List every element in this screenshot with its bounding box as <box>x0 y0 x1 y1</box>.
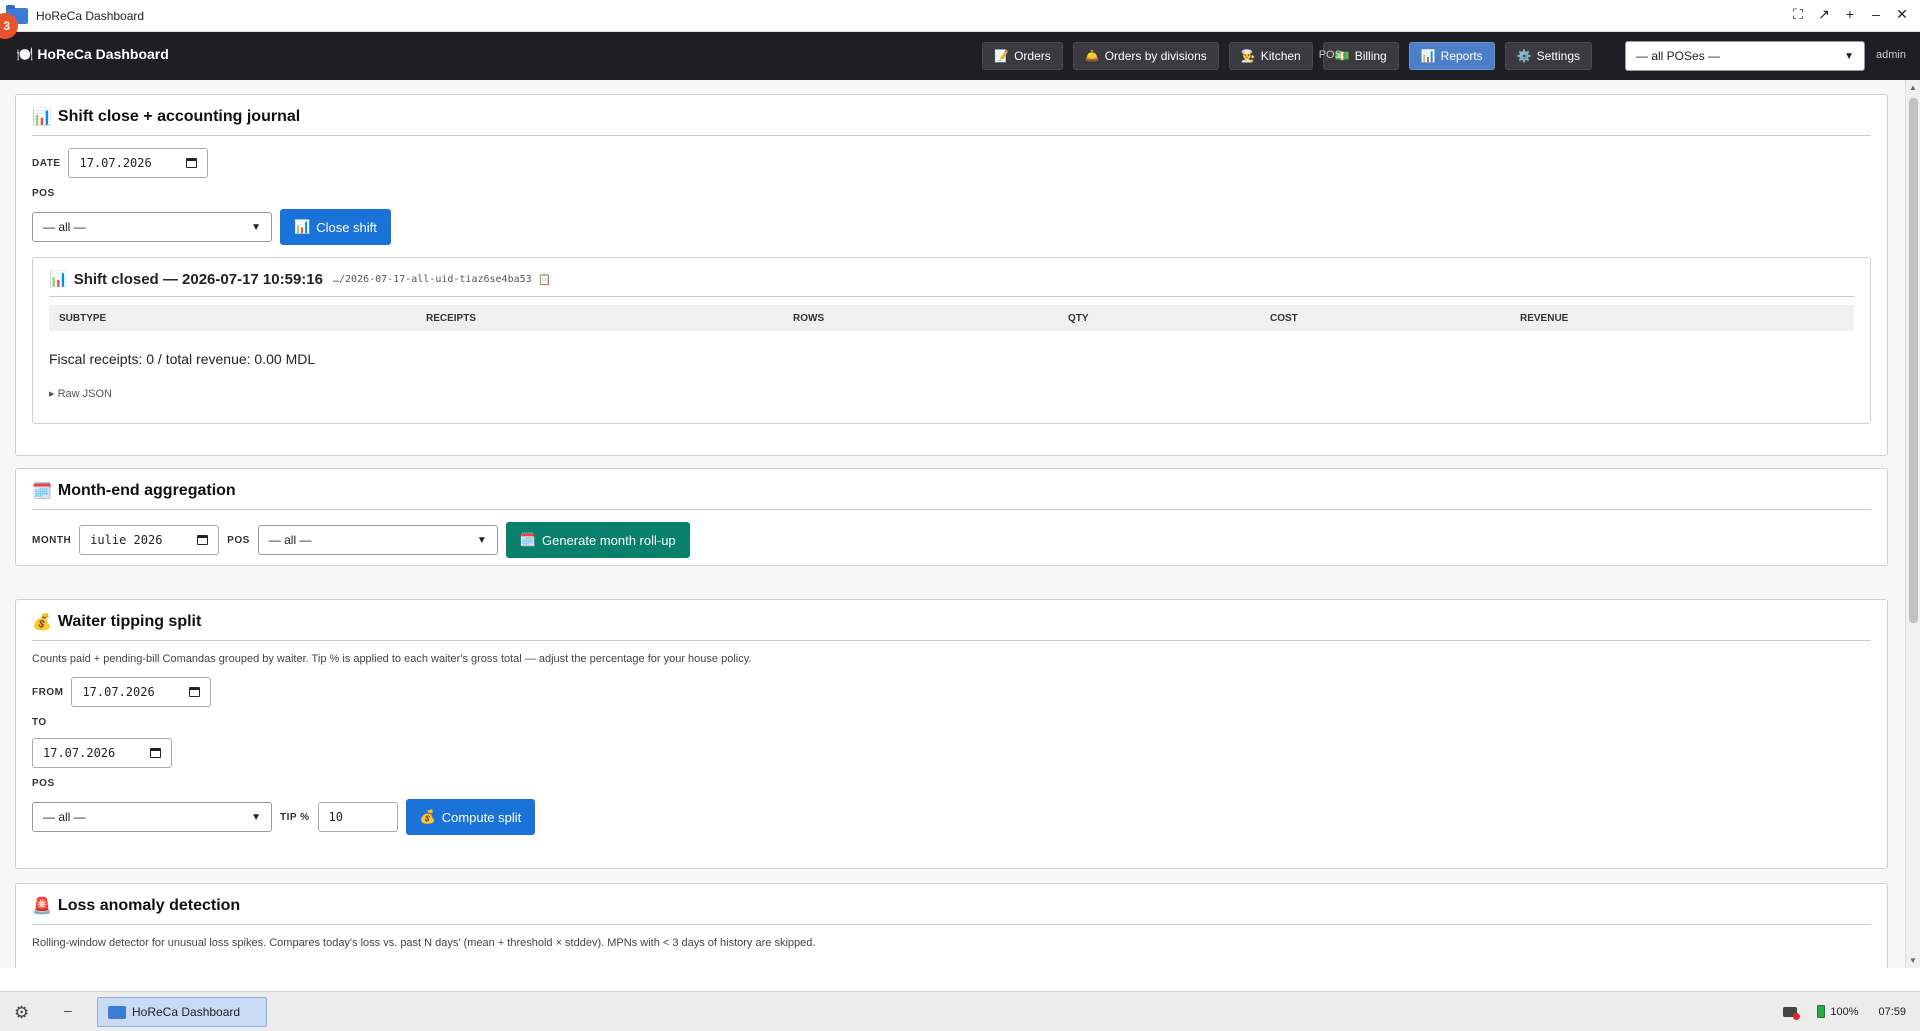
date-label: DATE <box>32 157 61 169</box>
waiter-tipping-heading: 💰 Waiter tipping split <box>32 612 1871 641</box>
chevron-down-icon: ▼ <box>251 221 261 233</box>
minimize-icon[interactable]: – <box>1868 6 1884 23</box>
chart-icon: 📊 <box>49 271 68 288</box>
shift-pos-select[interactable]: — all — ▼ <box>32 212 272 242</box>
tipping-description: Counts paid + pending-bill Comandas grou… <box>32 653 752 665</box>
nav-settings-button[interactable]: ⚙️ Settings <box>1504 42 1592 70</box>
calendar-icon[interactable] <box>197 535 209 545</box>
bell-icon: 🛎️ <box>1084 49 1100 63</box>
restore-icon[interactable]: ↗ <box>1816 6 1832 23</box>
chart-icon: 📊 <box>1420 49 1436 63</box>
chevron-down-icon: ▼ <box>1844 50 1854 62</box>
close-icon[interactable]: ✕ <box>1894 6 1910 23</box>
month-end-heading: 🗓️ Month-end aggregation <box>32 481 1871 510</box>
close-shift-button[interactable]: 📊 Close shift <box>280 209 391 245</box>
chevron-down-icon: ▼ <box>476 534 487 546</box>
nav-kitchen-button[interactable]: 👨‍🍳 Kitchen <box>1228 42 1313 70</box>
month-input[interactable]: iulie 2026 <box>79 525 220 555</box>
month-label: MONTH <box>32 534 72 546</box>
tip-percent-input[interactable]: 10 <box>317 802 398 832</box>
column-header: ROWS <box>793 312 825 324</box>
gear-icon[interactable]: ⚙ <box>14 1003 29 1023</box>
system-tray: 100% 07:59 <box>1783 1005 1906 1020</box>
new-window-icon[interactable]: + <box>1842 6 1858 23</box>
journal-file-path: …/2026-07-17-all-uid-tiaz6se4ba53 <box>332 273 532 285</box>
network-icon[interactable] <box>1783 1006 1801 1020</box>
chart-icon: 📊 <box>294 219 311 234</box>
nav-reports-button[interactable]: 📊 Reports <box>1408 42 1495 70</box>
scroll-down-icon[interactable]: ▼ <box>1909 956 1917 965</box>
minimize-all-icon[interactable]: – <box>64 1002 72 1018</box>
chevron-down-icon: ▼ <box>251 811 261 823</box>
compute-split-button[interactable]: 💰 Compute split <box>405 799 536 835</box>
column-header: COST <box>1270 312 1298 324</box>
folder-icon <box>108 1005 126 1019</box>
month-pos-select[interactable]: — all — ▼ <box>257 525 498 555</box>
nav-orders-button[interactable]: 📝 Orders <box>982 42 1063 70</box>
from-date-input[interactable]: 17.07.2026 <box>71 677 212 707</box>
gear-icon: ⚙️ <box>1516 49 1532 63</box>
date-input[interactable]: 17.07.2026 <box>68 148 209 178</box>
shift-close-heading: 📊 Shift close + accounting journal <box>32 107 1871 136</box>
main-content: 📊 Shift close + accounting journal DATE 1… <box>0 80 1905 968</box>
pos-label: POS <box>32 778 55 789</box>
calendar-icon: 🗓️ <box>519 532 536 547</box>
calendar-icon[interactable] <box>186 158 198 168</box>
battery-indicator[interactable]: 100% <box>1817 1005 1858 1018</box>
generate-month-rollup-button[interactable]: 🗓️ Generate month roll-up <box>505 522 690 558</box>
window-title: HoReCa Dashboard <box>36 9 145 23</box>
column-header: SUBTYPE <box>59 312 107 324</box>
nav-orders-by-divisions-button[interactable]: 🛎️ Orders by divisions <box>1072 42 1219 70</box>
shift-result-panel: 📊 Shift closed — 2026-07-17 10:59:16 …/2… <box>32 257 1871 424</box>
taskbar-app-button[interactable]: HoReCa Dashboard <box>97 997 267 1027</box>
shift-result-heading: 📊 Shift closed — 2026-07-17 10:59:16 …/2… <box>49 270 1854 297</box>
pos-label: POS <box>227 534 250 546</box>
brand-title[interactable]: 🍽️ HoReCa Dashboard <box>16 46 169 63</box>
calendar-icon: 🗓️ <box>32 483 52 500</box>
shift-summary: Fiscal receipts: 0 / total revenue: 0.00… <box>49 351 316 367</box>
calendar-icon[interactable] <box>150 748 161 758</box>
calendar-icon[interactable] <box>189 687 201 697</box>
shift-close-card: 📊 Shift close + accounting journal DATE 1… <box>15 94 1888 456</box>
to-label: TO <box>32 717 47 728</box>
taskbar: ⚙ – HoReCa Dashboard 100% 07:59 <box>0 991 1920 1031</box>
raw-json-toggle[interactable]: ▸ Raw JSON <box>49 387 1854 400</box>
tips-pos-select[interactable]: — all — ▼ <box>32 802 272 832</box>
scroll-up-icon[interactable]: ▲ <box>1909 83 1917 92</box>
pos-filter-label: POS: <box>1318 49 1345 61</box>
battery-icon <box>1817 1005 1826 1018</box>
clipboard-icon[interactable]: 📋 <box>538 273 552 286</box>
loss-anomaly-description: Rolling-window detector for unusual loss… <box>32 937 816 949</box>
siren-icon: 🚨 <box>32 898 52 915</box>
waiter-tipping-card: 💰 Waiter tipping split Counts paid + pend… <box>15 599 1888 869</box>
main-nav: 📝 Orders 🛎️ Orders by divisions 👨‍🍳 Kitchen… <box>982 42 1592 70</box>
scrollbar-thumb[interactable] <box>1909 98 1918 623</box>
pos-filter-select[interactable]: — all POSes — ▼ <box>1625 41 1865 71</box>
pos-label: POS <box>32 188 55 199</box>
column-header: QTY <box>1068 312 1089 324</box>
chart-icon: 📊 <box>32 109 52 126</box>
chef-icon: 👨‍🍳 <box>1240 49 1256 63</box>
window-titlebar: 3 HoReCa Dashboard ⛶ ↗ + – ✕ <box>0 0 1920 39</box>
from-label: FROM <box>32 686 64 698</box>
to-date-input[interactable]: 17.07.2026 <box>32 738 172 768</box>
money-bag-icon: 💰 <box>419 809 436 824</box>
loss-anomaly-card: 🚨 Loss anomaly detection Rolling-window d… <box>15 883 1888 968</box>
column-header: REVENUE <box>1520 312 1569 324</box>
loss-anomaly-heading: 🚨 Loss anomaly detection <box>32 896 1871 925</box>
tip-percent-label: TIP % <box>280 811 310 823</box>
money-bag-icon: 💰 <box>32 614 52 631</box>
vertical-scrollbar[interactable]: ▲ ▼ <box>1905 80 1920 968</box>
clock[interactable]: 07:59 <box>1878 1006 1906 1018</box>
memo-icon: 📝 <box>994 49 1010 63</box>
fullscreen-icon[interactable]: ⛶ <box>1790 6 1806 23</box>
user-name[interactable]: admin <box>1876 49 1906 61</box>
column-header: RECEIPTS <box>426 312 477 324</box>
journal-table-header: SUBTYPE RECEIPTS ROWS QTY COST REVENUE <box>49 305 1854 331</box>
month-end-card: 🗓️ Month-end aggregation MONTH iulie 2026… <box>15 468 1888 566</box>
